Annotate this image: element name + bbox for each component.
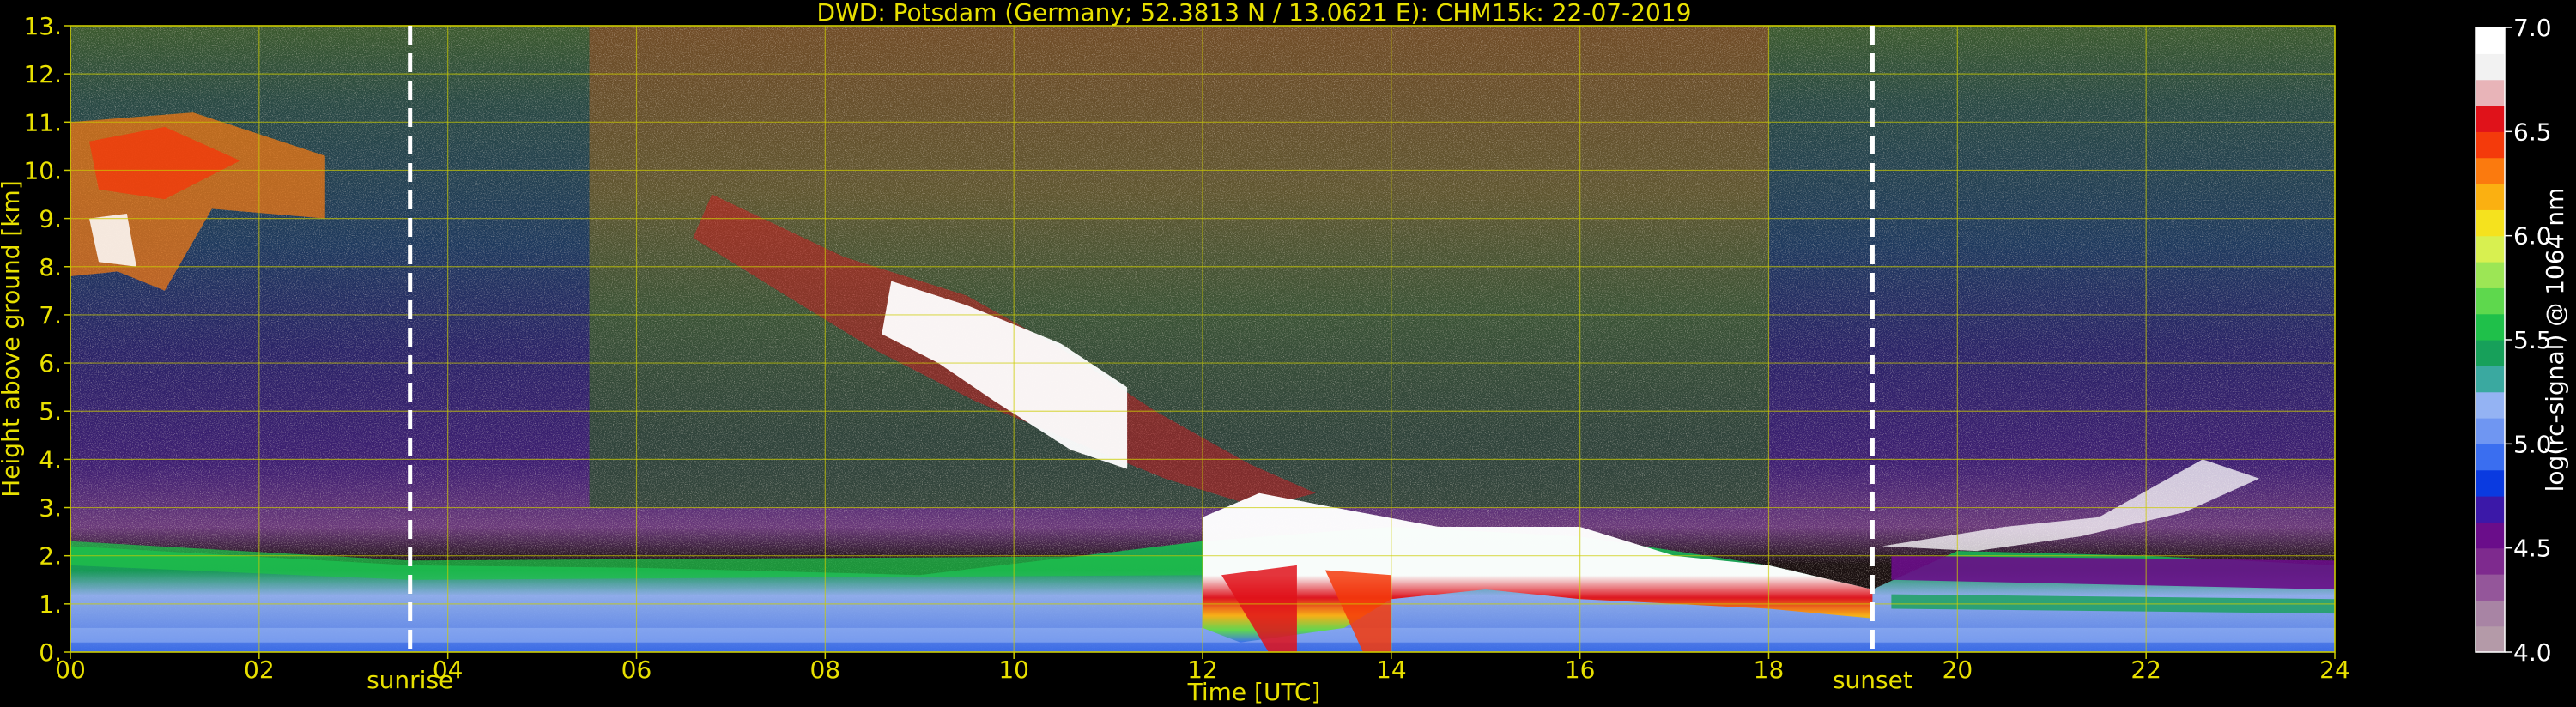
y-tick-label: 6. bbox=[39, 349, 62, 378]
x-tick-label: 16 bbox=[1565, 656, 1596, 684]
colorbar-segment bbox=[2476, 496, 2505, 523]
colorbar-segment bbox=[2476, 53, 2505, 81]
colorbar-segment bbox=[2476, 131, 2505, 159]
colorbar-segment bbox=[2476, 391, 2505, 419]
x-tick-label: 08 bbox=[810, 656, 841, 684]
x-tick-label: 18 bbox=[1754, 656, 1785, 684]
x-tick-label: 14 bbox=[1376, 656, 1407, 684]
x-axis-label: Time [UTC] bbox=[1187, 678, 1321, 706]
y-tick-label: 7. bbox=[39, 301, 62, 329]
x-tick-label: 06 bbox=[621, 656, 652, 684]
colorbar-segment bbox=[2476, 313, 2505, 341]
x-tick-label: 22 bbox=[2131, 656, 2161, 684]
y-tick-label: 10. bbox=[23, 156, 62, 184]
colorbar-segment bbox=[2476, 209, 2505, 237]
colorbar-segment bbox=[2476, 235, 2505, 263]
colorbar-segment bbox=[2476, 547, 2505, 575]
colorbar-tick-label: 4.5 bbox=[2513, 535, 2552, 563]
x-tick-label: 04 bbox=[433, 656, 464, 684]
colorbar-segment bbox=[2476, 600, 2505, 627]
ceilometer-chart: sunrise sunset 00 02 04 06 08 10 12 14 16 18 20 22 24… bbox=[0, 0, 2569, 706]
colorbar-segment bbox=[2476, 287, 2505, 315]
y-tick-label: 12. bbox=[23, 60, 62, 88]
y-tick-label: 1. bbox=[39, 590, 62, 619]
colorbar-segment bbox=[2476, 157, 2505, 184]
colorbar-segment bbox=[2476, 469, 2505, 497]
colorbar-segment bbox=[2476, 574, 2505, 601]
colorbar-tick-label: 4.0 bbox=[2513, 638, 2552, 667]
y-tick-label: 11. bbox=[23, 108, 62, 136]
x-tick-label: 20 bbox=[1943, 656, 1973, 684]
chart-title: DWD: Potsdam (Germany; 52.3813 N / 13.06… bbox=[817, 0, 1692, 27]
colorbar-segment bbox=[2476, 184, 2505, 210]
colorbar-segment bbox=[2476, 444, 2505, 471]
colorbar-segment bbox=[2476, 106, 2505, 132]
x-tick-label: 10 bbox=[998, 656, 1029, 684]
y-tick-label: 9. bbox=[39, 205, 62, 233]
colorbar-segment bbox=[2476, 340, 2505, 366]
colorbar-tick-label: 7.0 bbox=[2513, 14, 2552, 42]
colorbar-segment bbox=[2476, 625, 2505, 653]
y-tick-label: 13. bbox=[23, 12, 62, 40]
colorbar-segment bbox=[2476, 79, 2505, 106]
y-tick-label: 3. bbox=[39, 494, 62, 523]
colorbar-label: log(rc-signal) @ 1064 nm bbox=[2541, 188, 2569, 492]
y-tick-label: 5. bbox=[39, 397, 62, 426]
y-axis: 0. 1. 2. 3. 4. 5. 6. 7. 8. 9. 10. 11. 12. 13. bbox=[23, 12, 70, 667]
y-tick-label: 8. bbox=[39, 253, 62, 281]
colorbar-segment bbox=[2476, 262, 2505, 288]
y-tick-label: 0. bbox=[39, 638, 62, 667]
y-axis-label: Height above ground [km] bbox=[0, 180, 25, 498]
x-tick-label: 02 bbox=[244, 656, 275, 684]
colorbar-tick-label: 6.5 bbox=[2513, 118, 2552, 146]
colorbar-segment bbox=[2476, 366, 2505, 393]
colorbar-segment bbox=[2476, 522, 2505, 549]
y-tick-label: 2. bbox=[39, 542, 62, 571]
marker-label-sunset: sunset bbox=[1833, 666, 1912, 694]
x-tick-label: 24 bbox=[2319, 656, 2350, 684]
y-tick-label: 4. bbox=[39, 445, 62, 474]
colorbar-segment bbox=[2476, 27, 2505, 54]
colorbar-segment bbox=[2476, 418, 2505, 444]
